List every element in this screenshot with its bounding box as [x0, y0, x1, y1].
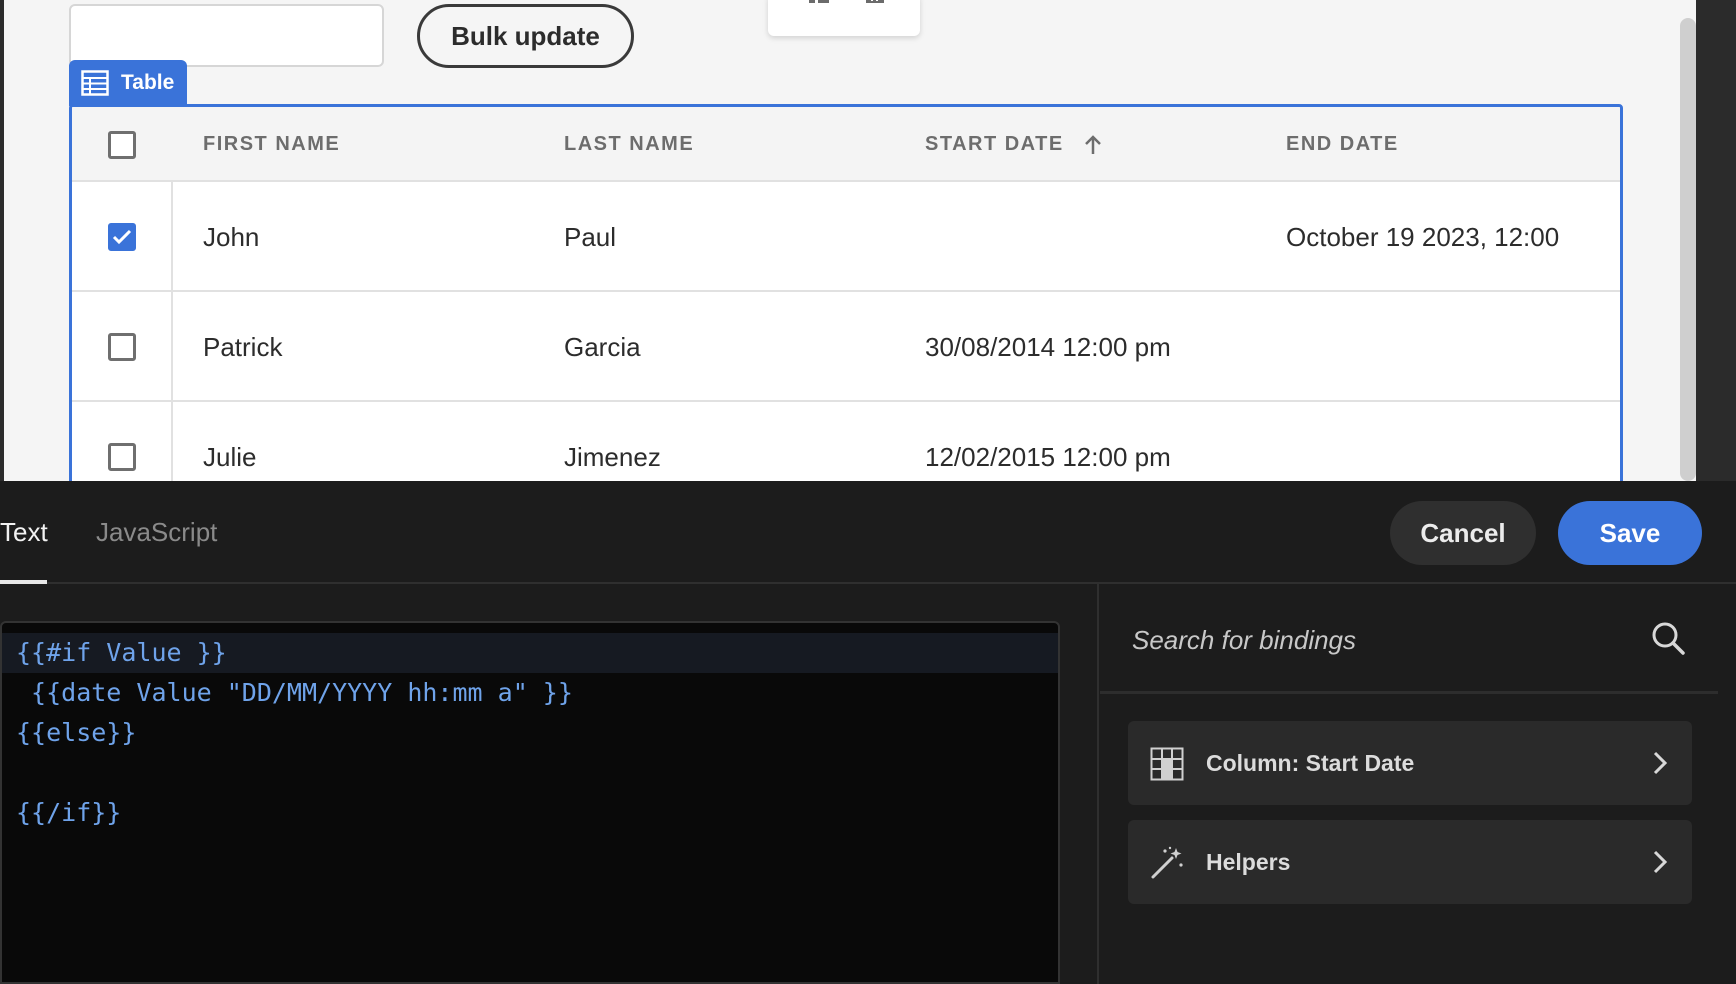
- preview-area: Bulk update Table FIRST NAME LAST NAME S…: [0, 0, 1736, 481]
- preview-scrollbar[interactable]: [1680, 18, 1696, 481]
- table-icon: [81, 70, 109, 96]
- text-input[interactable]: [69, 4, 384, 67]
- row-checkbox-cell: [72, 402, 173, 481]
- bindings-search: [1100, 584, 1718, 694]
- table-tag-label: Table: [121, 71, 175, 94]
- table-column-icon: [1150, 747, 1184, 781]
- code-line: {{/if}}: [16, 798, 122, 827]
- magic-wand-icon: [1151, 846, 1183, 879]
- binding-editor: Text JavaScript Cancel Save {{#if Value …: [0, 481, 1736, 984]
- code-line: {{else}}: [16, 718, 137, 747]
- binding-item-column-start-date[interactable]: Column: Start Date: [1128, 721, 1692, 805]
- search-icon[interactable]: [1650, 620, 1686, 656]
- code-line: {{#if Value }}: [2, 633, 1058, 673]
- binding-item-label: Column: Start Date: [1206, 749, 1415, 776]
- table-row[interactable]: John Paul October 19 2023, 12:00: [72, 182, 1620, 292]
- cell-first-name: Julie: [203, 441, 257, 472]
- select-all-checkbox[interactable]: [108, 131, 136, 159]
- sort-ascending-icon[interactable]: [1084, 134, 1102, 156]
- add-component-icon[interactable]: [806, 0, 836, 6]
- bindings-panel: Column: Start Date Helpers: [1100, 584, 1736, 984]
- component-toolbar: [768, 0, 920, 36]
- row-checkbox-checked[interactable]: [107, 223, 136, 251]
- cell-first-name: Patrick: [203, 331, 283, 362]
- binding-item-label: Helpers: [1206, 848, 1291, 875]
- app-canvas: Bulk update Table FIRST NAME LAST NAME S…: [4, 0, 1696, 481]
- cell-first-name: John: [203, 221, 260, 252]
- column-header-start-date[interactable]: START DATE: [925, 107, 1102, 182]
- checkmark-icon: [112, 229, 131, 245]
- table-row[interactable]: Julie Jimenez 12/02/2015 12:00 pm: [72, 402, 1620, 481]
- code-line: {{date Value "DD/MM/YYYY hh:mm a" }}: [16, 678, 573, 707]
- column-header-first-name[interactable]: FIRST NAME: [203, 107, 340, 182]
- save-button[interactable]: Save: [1558, 501, 1702, 565]
- tab-text[interactable]: Text: [0, 481, 48, 584]
- panel-divider: [1097, 584, 1099, 984]
- row-checkbox[interactable]: [107, 443, 136, 471]
- row-checkbox-cell: [72, 182, 173, 292]
- table-component-tag[interactable]: Table: [69, 60, 187, 106]
- code-editor[interactable]: {{#if Value }} {{date Value "DD/MM/YYYY …: [0, 621, 1060, 984]
- cell-start-date: 30/08/2014 12:00 pm: [925, 331, 1171, 362]
- table-row[interactable]: Patrick Garcia 30/08/2014 12:00 pm: [72, 292, 1620, 402]
- bindings-search-input[interactable]: [1132, 620, 1632, 660]
- data-table: FIRST NAME LAST NAME START DATE END DATE: [69, 104, 1623, 481]
- editor-tabs: Text JavaScript Cancel Save: [0, 481, 1736, 584]
- bulk-update-button[interactable]: Bulk update: [417, 4, 634, 68]
- row-checkbox[interactable]: [107, 333, 136, 361]
- cancel-button[interactable]: Cancel: [1390, 501, 1536, 565]
- column-header-start-date-label: START DATE: [925, 133, 1064, 155]
- chevron-right-icon: [1653, 850, 1668, 874]
- tab-javascript[interactable]: JavaScript: [96, 481, 217, 584]
- table-header: FIRST NAME LAST NAME START DATE END DATE: [72, 107, 1620, 182]
- column-header-last-name[interactable]: LAST NAME: [564, 107, 694, 182]
- cell-last-name: Paul: [564, 221, 617, 252]
- cell-start-date: 12/02/2015 12:00 pm: [925, 441, 1171, 472]
- column-header-end-date[interactable]: END DATE: [1286, 107, 1399, 182]
- binding-item-helpers[interactable]: Helpers: [1128, 820, 1692, 904]
- cell-last-name: Garcia: [564, 331, 641, 362]
- cell-end-date: October 19 2023, 12:00: [1286, 221, 1560, 252]
- active-tab-indicator: [0, 580, 47, 584]
- cell-last-name: Jimenez: [564, 441, 661, 472]
- row-checkbox-cell: [72, 292, 173, 402]
- delete-icon[interactable]: [861, 0, 891, 6]
- chevron-right-icon: [1653, 751, 1668, 775]
